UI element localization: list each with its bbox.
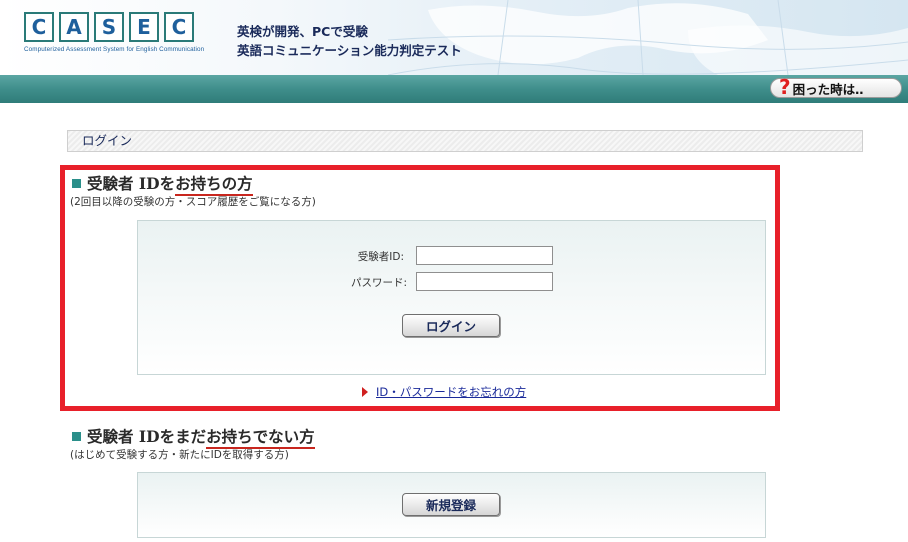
logo-letter: S (94, 12, 124, 42)
new-user-heading: 受験者 IDをまだお持ちでない方 (72, 425, 315, 449)
arrow-right-icon (362, 386, 368, 397)
logo-letter: E (129, 12, 159, 42)
login-form-panel (137, 220, 766, 375)
casec-logo[interactable]: C A S E C Computerized Assessment System… (24, 12, 204, 62)
forgot-credentials-link[interactable]: ID・パスワードをお忘れの方 (362, 384, 526, 400)
help-button-label: 困った時は‥ (792, 81, 864, 97)
user-id-input[interactable] (416, 246, 553, 265)
password-input[interactable] (416, 272, 553, 291)
tagline-line-2: 英語コミュニケーション能力判定テスト (237, 43, 462, 58)
login-section-title: ログイン (67, 130, 863, 152)
tagline-line-1: 英検が開発、PCで受験 (237, 24, 368, 39)
forgot-credentials-label: ID・パスワードをお忘れの方 (376, 385, 527, 399)
logo-letter: C (24, 12, 54, 42)
password-label: パスワード: (350, 277, 407, 289)
question-mark-icon: ? (779, 75, 791, 99)
login-button[interactable]: ログイン (402, 314, 500, 337)
user-id-label: 受験者ID: (357, 251, 404, 263)
site-header: C A S E C Computerized Assessment System… (0, 0, 908, 75)
register-button[interactable]: 新規登録 (402, 493, 500, 516)
new-user-heading-emph: お持ちでない方 (206, 427, 315, 449)
existing-user-heading: 受験者 IDをお持ちの方 (72, 172, 253, 196)
new-user-heading-prefix: 受験者 IDをまだ (87, 427, 207, 446)
logo-letters: C A S E C (24, 12, 204, 42)
bullet-square-icon (72, 178, 81, 188)
existing-user-note: (2回目以降の受験の方・スコア履歴をご覧になる方) (70, 196, 316, 208)
existing-user-heading-emph: お持ちの方 (175, 174, 253, 196)
help-button[interactable]: ? 困った時は‥ (770, 75, 902, 99)
logo-letter: A (59, 12, 89, 42)
existing-user-heading-prefix: 受験者 IDを (87, 174, 176, 193)
new-user-note: (はじめて受験する方・新たにIDを取得する方) (70, 449, 289, 461)
logo-subtitle: Computerized Assessment System for Engli… (24, 46, 205, 53)
logo-letter: C (164, 12, 194, 42)
tagline: 英検が開発、PCで受験 英語コミュニケーション能力判定テスト (237, 22, 462, 60)
bullet-square-icon (72, 431, 81, 441)
world-map-decoration (388, 0, 908, 75)
